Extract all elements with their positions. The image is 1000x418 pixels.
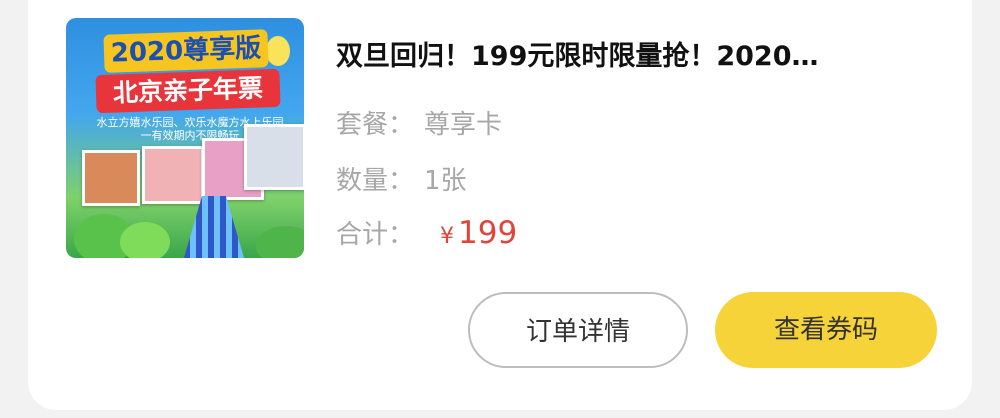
quantity-label: 数量： (336, 166, 415, 196)
quantity-value: 1张 (424, 166, 467, 196)
thumbnail-headline-1: 2020尊享版 (103, 29, 269, 73)
product-thumbnail[interactable]: 2020尊享版 北京亲子年票 水立方嬉水乐园、欢乐水魔方水上乐园 一有效期内不限… (66, 18, 304, 258)
package-row: 套餐： 尊享卡 (336, 104, 502, 141)
balloon-icon (266, 36, 290, 66)
order-title[interactable]: 双旦回归！199元限时限量抢！2020… (336, 34, 956, 73)
thumbnail-headline-2: 北京亲子年票 (95, 68, 281, 114)
order-detail-button[interactable]: 订单详情 (468, 292, 688, 368)
thumbnail-photo (82, 150, 140, 206)
package-label: 套餐： (336, 110, 415, 140)
total-amount: 199 (458, 215, 518, 251)
foliage-illustration (256, 226, 304, 258)
total-row: 合计： ¥199 (336, 214, 517, 251)
total-label: 合计： (336, 220, 415, 250)
quantity-row: 数量： 1张 (336, 160, 467, 197)
currency-symbol: ¥ (440, 224, 455, 249)
thumbnail-photo (142, 146, 204, 204)
total-price: ¥199 (440, 215, 517, 251)
package-value: 尊享卡 (424, 110, 503, 140)
windmill-illustration (184, 196, 244, 258)
foliage-illustration (120, 222, 170, 258)
view-voucher-code-button[interactable]: 查看券码 (715, 292, 937, 368)
thumbnail-photo (244, 124, 304, 190)
